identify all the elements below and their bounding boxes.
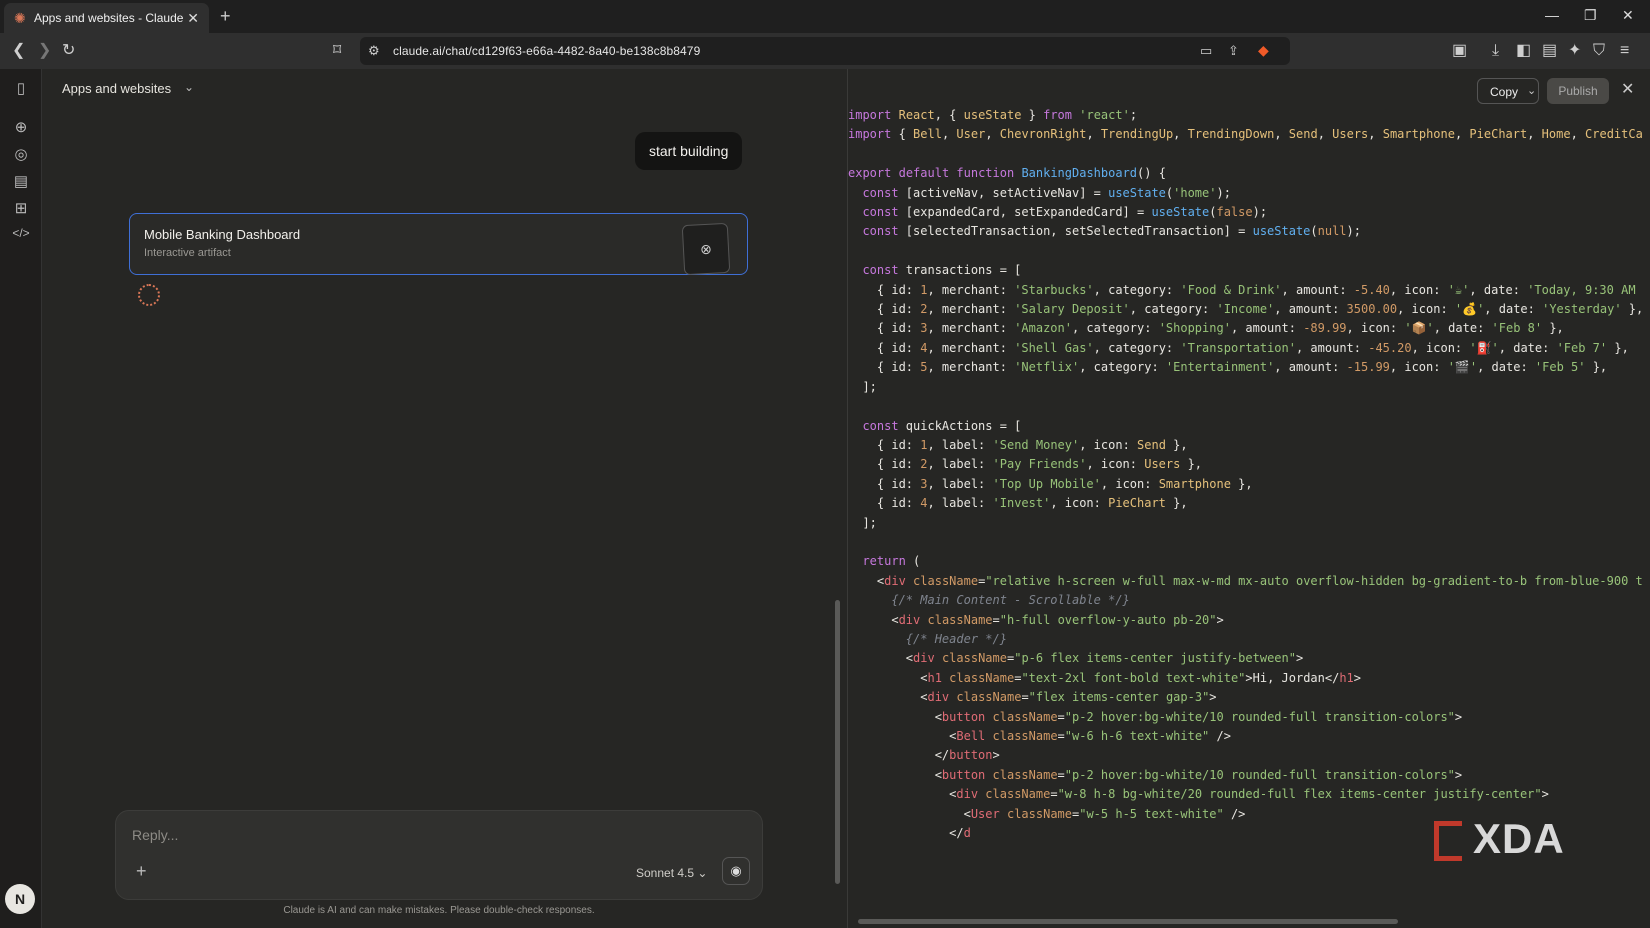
code-line: {/* Header */} [905, 631, 1007, 646]
vpn-icon[interactable]: ⛉ [1593, 42, 1605, 60]
menu-icon[interactable]: ≡ [1620, 42, 1629, 60]
code-view[interactable]: import React, { useState } from 'react';… [848, 106, 1643, 843]
code-line: {/* Main Content - Scrollable */} [891, 593, 1130, 608]
tab-title: Apps and websites - Claude [34, 11, 184, 25]
artifact-card[interactable]: Mobile Banking Dashboard Interactive art… [129, 213, 748, 276]
model-selector[interactable]: Sonnet 4.5 ⌄ [636, 866, 707, 880]
code-line: <button className="p-2 hover:bg-white/10… [848, 767, 1463, 782]
download-icon[interactable]: ⤓ [1492, 42, 1499, 60]
close-icon[interactable]: ✕ [1621, 79, 1634, 99]
code-line: <div className="h-full overflow-y-auto p… [848, 612, 1224, 627]
artifact-subtitle: Interactive artifact [144, 247, 231, 259]
sidebar-toggle-icon[interactable]: ▯ [12, 79, 30, 97]
chat-panel: Apps and websites ⌄ start building Mobil… [42, 69, 847, 928]
chats-icon[interactable]: ◎ [12, 145, 30, 163]
restore-icon[interactable]: ❐ [1584, 7, 1597, 24]
chevron-down-icon[interactable]: ⌄ [184, 80, 194, 94]
chevron-down-icon[interactable]: ⌄ [1527, 84, 1536, 97]
attach-plus-icon[interactable]: + [136, 861, 147, 882]
code-line: const [activeNav, setActiveNav] = useSta… [862, 185, 1231, 200]
model-name: Sonnet 4.5 [636, 866, 695, 880]
code-line: { id: 2, merchant: 'Salary Deposit', cat… [848, 302, 1644, 317]
code-line: const transactions = [ [862, 263, 1022, 278]
artifact-title: Mobile Banking Dashboard [144, 227, 301, 242]
chat-scrollbar[interactable] [835, 600, 840, 884]
code-line: <div className="relative h-screen w-full… [848, 573, 1643, 588]
reload-icon[interactable]: ↻ [62, 42, 75, 60]
disclaimer: Claude is AI and can make mistakes. Plea… [283, 905, 595, 916]
code-line: { id: 4, merchant: 'Shell Gas', category… [848, 340, 1629, 355]
code-line: const [selectedTransaction, setSelectedT… [862, 224, 1361, 239]
code-line: const [expandedCard, setExpandedCard] = … [862, 205, 1268, 220]
ai-assistant-icon[interactable]: ✦ [1568, 42, 1581, 60]
wallet-icon[interactable]: ▤ [1542, 42, 1557, 60]
xda-watermark: XDA [1473, 815, 1565, 862]
reply-box: + Sonnet 4.5 ⌄ ◉ [115, 810, 763, 900]
address-bar[interactable]: ⚙ claude.ai/chat/cd129f63-e66a-4482-8a40… [360, 37, 1290, 65]
forward-icon[interactable]: ❯ [38, 42, 51, 60]
code-line: <div className="flex items-center gap-3"… [848, 690, 1217, 705]
user-message: start building [635, 132, 743, 170]
code-panel: Copy ⌄ Publish ✕ import React, { useStat… [848, 69, 1650, 928]
projects-icon[interactable]: ▤ [12, 172, 30, 190]
code-line: { id: 1, merchant: 'Starbucks', category… [848, 282, 1636, 297]
site-settings-icon[interactable]: ⚙ [368, 42, 380, 60]
code-line: return ( [862, 554, 921, 569]
code-line: { id: 3, merchant: 'Amazon', category: '… [848, 321, 1564, 336]
claude-logo-icon: ✺ [14, 10, 26, 26]
conversation-title[interactable]: Apps and websites [62, 81, 171, 96]
code-line: </button> [848, 748, 1000, 763]
browser-tab-bar: ✺ Apps and websites - Claude ✕ + — ❐ ✕ [0, 0, 1650, 33]
reply-input[interactable] [132, 827, 732, 843]
code-line: export default function BankingDashboard… [848, 166, 1166, 181]
code-line: <div className="w-8 h-8 bg-white/20 roun… [848, 787, 1549, 802]
code-line: import React, { useState } from 'react'; [848, 108, 1138, 122]
loading-spinner-icon [138, 284, 160, 306]
code-line: { id: 4, label: 'Invest', icon: PieChart… [848, 496, 1188, 511]
browser-toolbar: ❮ ❯ ↻ ⌑ ⚙ claude.ai/chat/cd129f63-e66a-4… [0, 33, 1650, 69]
sidebar-toggle-icon[interactable]: ◧ [1516, 42, 1531, 60]
code-line: <div className="p-6 flex items-center ju… [848, 651, 1304, 666]
new-tab-icon[interactable]: + [220, 6, 231, 27]
new-chat-icon[interactable]: ⊕ [12, 118, 30, 136]
xda-logo-mark [1434, 821, 1462, 861]
bookmark-icon[interactable]: ⌑ [333, 42, 341, 60]
cast-icon[interactable]: ▭ [1200, 42, 1212, 60]
code-line: const quickActions = [ [862, 418, 1022, 433]
artifact-thumbnail-icon: ⊗ [681, 222, 731, 276]
app-sidebar: ▯ ⊕ ◎ ▤ ⊞ </> N [0, 69, 42, 928]
url-text[interactable]: claude.ai/chat/cd129f63-e66a-4482-8a40-b… [393, 44, 700, 58]
code-line: <h1 className="text-2xl font-bold text-w… [848, 670, 1362, 685]
publish-button[interactable]: Publish [1547, 78, 1609, 104]
code-line: { id: 2, label: 'Pay Friends', icon: Use… [848, 457, 1203, 472]
code-line: <Bell className="w-6 h-6 text-white" /> [848, 729, 1231, 743]
share-icon[interactable]: ⇪ [1228, 42, 1239, 60]
horizontal-scrollbar[interactable] [858, 919, 1398, 924]
avatar[interactable]: N [5, 884, 35, 914]
code-line: { id: 5, merchant: 'Netflix', category: … [848, 360, 1608, 375]
screenshot-icon[interactable]: ▣ [1452, 42, 1467, 60]
copy-button[interactable]: Copy ⌄ [1477, 78, 1539, 104]
browser-tab[interactable]: ✺ Apps and websites - Claude ✕ [4, 3, 209, 33]
code-icon[interactable]: </> [12, 226, 30, 240]
voice-mode-button[interactable]: ◉ [722, 857, 750, 885]
code-line: { id: 3, label: 'Top Up Mobile', icon: S… [848, 476, 1253, 491]
minimize-icon[interactable]: — [1545, 7, 1559, 23]
code-line: import { Bell, User, ChevronRight, Trend… [848, 127, 1643, 142]
back-icon[interactable]: ❮ [12, 42, 25, 60]
code-line: ]; [848, 515, 877, 530]
close-tab-icon[interactable]: ✕ [187, 10, 199, 27]
artifacts-icon[interactable]: ⊞ [12, 199, 30, 217]
copy-label: Copy [1490, 85, 1519, 99]
code-line: { id: 1, label: 'Send Money', icon: Send… [848, 437, 1188, 452]
code-line: <button className="p-2 hover:bg-white/10… [848, 709, 1463, 724]
code-line: ]; [848, 379, 877, 394]
close-window-icon[interactable]: ✕ [1622, 7, 1634, 24]
brave-shield-icon[interactable]: ◆ [1258, 41, 1269, 59]
